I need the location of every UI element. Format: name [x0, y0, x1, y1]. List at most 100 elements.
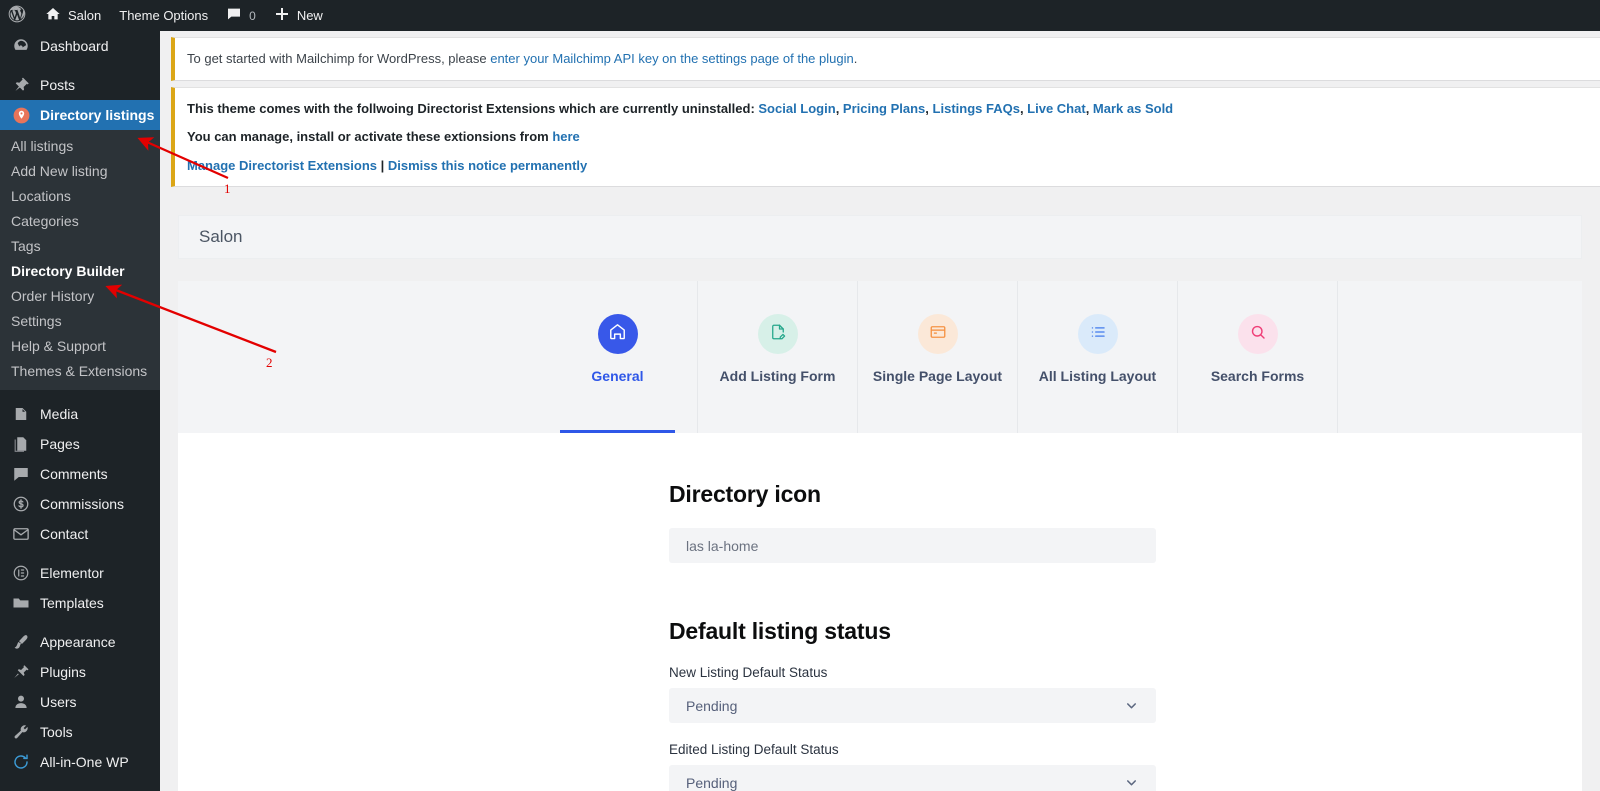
sidebar-item-all-listings[interactable]: All listings	[0, 134, 160, 159]
menu-separator	[0, 390, 160, 399]
dollar-icon	[11, 494, 31, 514]
tab-search-forms[interactable]: Search Forms	[1178, 281, 1338, 433]
sidebar-item-plugins[interactable]: Plugins	[0, 657, 160, 687]
new-listing-status-label: New Listing Default Status	[669, 665, 1156, 680]
sidebar-item-add-new-listing[interactable]: Add New listing	[0, 159, 160, 184]
screen: Salon Theme Options 0 New	[0, 0, 1600, 791]
tab-single-page-layout-circle	[918, 314, 958, 354]
default-status-section-title: Default listing status	[669, 618, 1156, 645]
theme-options-label: Theme Options	[119, 8, 208, 23]
extension-link-social-login[interactable]: Social Login	[758, 101, 835, 116]
comments-count: 0	[249, 9, 256, 23]
comment-bubble-icon	[226, 6, 242, 25]
tab-single-page-layout[interactable]: Single Page Layout	[858, 281, 1018, 433]
home-icon	[608, 322, 627, 346]
plus-icon	[274, 6, 290, 25]
tab-search-forms-label: Search Forms	[1211, 368, 1304, 384]
tab-add-listing-form[interactable]: Add Listing Form	[698, 281, 858, 433]
media-icon	[11, 404, 31, 424]
tab-bar-trailing-space	[1338, 281, 1582, 433]
directory-listings-icon	[11, 105, 31, 125]
site-name-button[interactable]: Salon	[36, 0, 110, 31]
directory-icon-input[interactable]: las la-home	[669, 528, 1156, 563]
sidebar-item-appearance[interactable]: Appearance	[0, 627, 160, 657]
sidebar-item-templates[interactable]: Templates	[0, 588, 160, 618]
browser-window-icon	[929, 323, 947, 346]
admin-bar: Salon Theme Options 0 New	[0, 0, 1600, 31]
tab-search-forms-circle	[1238, 314, 1278, 354]
general-settings-panel: Directory icon las la-home Default listi…	[178, 433, 1582, 791]
paintbrush-icon	[11, 632, 31, 652]
wordpress-logo-button[interactable]	[0, 0, 36, 31]
mailchimp-settings-link[interactable]: enter your Mailchimp API key on the sett…	[490, 51, 854, 66]
sidebar-item-order-history[interactable]: Order History	[0, 284, 160, 309]
edited-listing-status-select[interactable]: Pending	[669, 765, 1156, 791]
tab-all-listing-layout[interactable]: All Listing Layout	[1018, 281, 1178, 433]
sidebar-item-locations[interactable]: Locations	[0, 184, 160, 209]
mailchimp-notice-prefix: To get started with Mailchimp for WordPr…	[187, 51, 490, 66]
sidebar-item-contact[interactable]: Contact	[0, 519, 160, 549]
extensions-actions: Manage Directorist Extensions | Dismiss …	[187, 156, 1588, 176]
extensions-line-2-prefix: You can manage, install or activate thes…	[187, 129, 552, 144]
menu-separator	[0, 61, 160, 70]
chevron-down-icon	[1124, 775, 1139, 790]
dismiss-notice-link[interactable]: Dismiss this notice permanently	[388, 158, 587, 173]
sidebar-item-label: Posts	[40, 70, 75, 100]
sidebar-item-directory-builder[interactable]: Directory Builder	[0, 259, 160, 284]
sidebar-item-pages[interactable]: Pages	[0, 429, 160, 459]
extension-link-live-chat[interactable]: Live Chat	[1027, 101, 1086, 116]
menu-separator	[0, 618, 160, 627]
menu-separator	[0, 549, 160, 558]
extension-link-mark-as-sold[interactable]: Mark as Sold	[1093, 101, 1173, 116]
annotation-number-1: 1	[224, 181, 231, 197]
sidebar-item-tools[interactable]: Tools	[0, 717, 160, 747]
sidebar-item-label: Plugins	[40, 657, 86, 687]
annotation-number-2: 2	[266, 355, 273, 371]
mailchimp-notice-suffix: .	[854, 51, 858, 66]
main-content-wrap: To get started with Mailchimp for WordPr…	[160, 31, 1600, 791]
sidebar-item-label: Tools	[40, 717, 73, 747]
site-name-label: Salon	[68, 8, 101, 23]
sidebar-item-label: Pages	[40, 429, 80, 459]
sidebar-item-help-support[interactable]: Help & Support	[0, 334, 160, 359]
builder-tab-bar: General Add Listing Form	[178, 281, 1582, 433]
comments-button[interactable]: 0	[217, 0, 265, 31]
extension-link-listings-faqs[interactable]: Listings FAQs	[933, 101, 1020, 116]
envelope-icon	[11, 524, 31, 544]
extensions-line-1-prefix: This theme comes with the follwoing Dire…	[187, 101, 758, 116]
sidebar-item-media[interactable]: Media	[0, 399, 160, 429]
new-listing-status-select[interactable]: Pending	[669, 688, 1156, 723]
mailchimp-notice: To get started with Mailchimp for WordPr…	[171, 37, 1600, 81]
tab-general-label: General	[591, 368, 643, 384]
sidebar-item-dashboard[interactable]: Dashboard	[0, 31, 160, 61]
directorist-extensions-notice: This theme comes with the follwoing Dire…	[171, 87, 1600, 188]
sidebar-item-label: Comments	[40, 459, 108, 489]
sidebar-item-label: Contact	[40, 519, 88, 549]
sidebar-item-label: Elementor	[40, 558, 104, 588]
tab-general[interactable]: General	[538, 281, 698, 433]
directory-name-value: Salon	[199, 227, 242, 247]
manage-directorist-extensions-link[interactable]: Manage Directorist Extensions	[187, 158, 377, 173]
theme-options-button[interactable]: Theme Options	[110, 0, 217, 31]
extensions-here-link[interactable]: here	[552, 129, 579, 144]
sidebar-item-tags[interactable]: Tags	[0, 234, 160, 259]
sidebar-item-all-in-one-wp[interactable]: All-in-One WP	[0, 747, 160, 777]
sidebar-item-themes-extensions[interactable]: Themes & Extensions	[0, 359, 160, 384]
sidebar-item-elementor[interactable]: Elementor	[0, 558, 160, 588]
sidebar-item-commissions[interactable]: Commissions	[0, 489, 160, 519]
comments-icon	[11, 464, 31, 484]
sidebar-item-users[interactable]: Users	[0, 687, 160, 717]
extension-link-pricing-plans[interactable]: Pricing Plans	[843, 101, 925, 116]
sidebar-item-categories[interactable]: Categories	[0, 209, 160, 234]
plug-icon	[11, 662, 31, 682]
new-content-button[interactable]: New	[265, 0, 332, 31]
directory-icon-value: las la-home	[686, 538, 758, 554]
sidebar-item-posts[interactable]: Posts	[0, 70, 160, 100]
sidebar-item-comments[interactable]: Comments	[0, 459, 160, 489]
sidebar-item-settings[interactable]: Settings	[0, 309, 160, 334]
general-settings-form: Directory icon las la-home Default listi…	[669, 481, 1156, 791]
directory-name-field[interactable]: Salon	[178, 215, 1582, 259]
tab-all-listing-layout-label: All Listing Layout	[1039, 368, 1156, 384]
sidebar-item-label: Commissions	[40, 489, 124, 519]
sidebar-item-directory-listings[interactable]: Directory listings	[0, 100, 160, 130]
